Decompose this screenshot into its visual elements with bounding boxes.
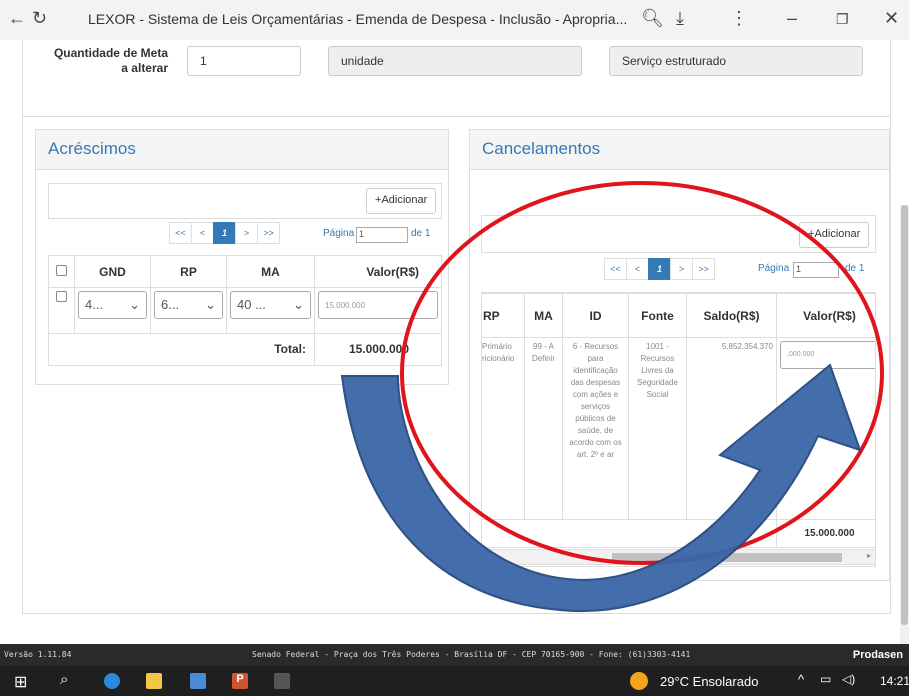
rp-select[interactable]: 6... ⌄: [154, 291, 223, 319]
pager-page-1[interactable]: 1: [213, 222, 236, 244]
cell-rp: Primário ricionário: [482, 337, 525, 520]
chevron-down-icon: ⌄: [293, 297, 304, 312]
tray-chevron-icon[interactable]: ^: [798, 672, 804, 687]
cancelamentos-table-wrap: RP MA ID Fonte Saldo(R$) Valor(R$) Primá…: [481, 292, 876, 567]
meta-unit-field: unidade: [328, 46, 582, 76]
status-footer: Versão 1.11.84 Senado Federal - Praça do…: [0, 644, 909, 666]
reload-icon[interactable]: ↻: [32, 8, 47, 29]
select-all-checkbox[interactable]: [56, 264, 67, 276]
cell-saldo: 5.852.354.370: [686, 337, 777, 520]
page-label: Página: [758, 263, 790, 274]
page-of: de 1: [411, 228, 431, 239]
volume-icon[interactable]: ◁): [842, 672, 855, 686]
col-gnd: GND: [74, 255, 151, 288]
powerpoint-icon[interactable]: P: [232, 673, 248, 689]
back-arrow-icon[interactable]: ←: [8, 8, 26, 29]
col-rp: RP: [150, 255, 227, 288]
pager-next[interactable]: >: [670, 258, 693, 280]
acrescimos-title: Acréscimos: [36, 130, 448, 170]
acrescimos-table: GND RP MA Valor(R$) 4... ⌄ 6... ⌄ 40 ... ⌄ …: [48, 255, 442, 366]
col-fonte: Fonte: [628, 293, 687, 338]
select-all-header: [48, 255, 75, 288]
search-icon[interactable]: ⌕: [60, 671, 68, 688]
valor-input[interactable]: ,000.000: [780, 341, 875, 369]
chevron-down-icon: ⌄: [129, 297, 140, 312]
total-label: Total:: [48, 333, 315, 366]
acrescimos-pager: << < 1 > >>: [169, 222, 280, 244]
scrollbar-thumb[interactable]: [612, 553, 842, 562]
vertical-scrollbar[interactable]: [900, 205, 909, 644]
meta-product-field: Serviço estruturado: [609, 46, 863, 76]
windows-start-icon[interactable]: ⊞: [14, 672, 27, 692]
browser-toolbar: ← ↻ LEXOR - Sistema de Leis Orçamentária…: [0, 0, 909, 40]
cancelamentos-pager: << < 1 > >>: [604, 258, 715, 280]
pager-next[interactable]: >: [235, 222, 258, 244]
col-valor: Valor(R$): [314, 255, 442, 288]
col-rp: RP: [482, 293, 525, 338]
table-row: Primário ricionário 99 - A Definir 6 - R…: [482, 337, 875, 520]
cancelamentos-table: RP MA ID Fonte Saldo(R$) Valor(R$) Primá…: [482, 293, 875, 548]
close-icon[interactable]: ✕: [884, 8, 899, 29]
prodasen-logo: Prodasen: [852, 649, 903, 661]
more-menu-icon[interactable]: ⋮: [730, 8, 748, 29]
acrescimos-add-button[interactable]: +Adicionar: [366, 188, 436, 214]
download-icon[interactable]: ⤓: [676, 8, 684, 29]
meta-quantity-input[interactable]: 1: [187, 46, 301, 76]
horizontal-scrollbar[interactable]: ▸: [481, 549, 876, 565]
app-icon[interactable]: [274, 673, 290, 689]
col-id: ID: [562, 293, 629, 338]
cell-ma: 99 - A Definir: [524, 337, 563, 520]
pager-first[interactable]: <<: [604, 258, 627, 280]
cell-id: 6 - Recursos para identificação das desp…: [562, 337, 629, 520]
window-title: LEXOR - Sistema de Leis Orçamentárias - …: [88, 11, 628, 27]
col-ma: MA: [524, 293, 563, 338]
pager-prev[interactable]: <: [626, 258, 649, 280]
clock-time[interactable]: 14:21: [880, 674, 909, 688]
weather-icon[interactable]: [630, 672, 648, 690]
minimize-icon[interactable]: –: [787, 8, 797, 29]
meta-label: Quantidade de Meta a alterar: [53, 46, 168, 75]
table-row: 4... ⌄ 6... ⌄ 40 ... ⌄ 15.000.000: [48, 287, 442, 334]
pager-first[interactable]: <<: [169, 222, 192, 244]
windows-taskbar: ⊞ ⌕ P 29°C Ensolarado ^ ▭ ◁) 14:21: [0, 666, 909, 696]
pager-prev[interactable]: <: [191, 222, 214, 244]
pager-page-1[interactable]: 1: [648, 258, 671, 280]
cancelamentos-add-button[interactable]: +Adicionar: [799, 222, 869, 248]
address-text: Senado Federal - Praça dos Três Poderes …: [252, 650, 691, 659]
pager-last[interactable]: >>: [257, 222, 280, 244]
total-value: 15.000.000: [314, 333, 442, 366]
valor-input[interactable]: 15.000.000: [318, 291, 438, 319]
page-label: Página: [323, 228, 355, 239]
pager-last[interactable]: >>: [692, 258, 715, 280]
total-value: 15.000.000: [776, 519, 875, 548]
scrollbar-thumb[interactable]: [901, 205, 908, 625]
version-text: Versão 1.11.84: [4, 650, 72, 659]
col-saldo: Saldo(R$): [686, 293, 777, 338]
ma-select[interactable]: 40 ... ⌄: [230, 291, 311, 319]
file-explorer-icon[interactable]: [146, 673, 162, 689]
page-input[interactable]: 1: [793, 262, 839, 278]
chevron-down-icon: ⌄: [205, 297, 216, 312]
col-ma: MA: [226, 255, 315, 288]
page-input[interactable]: 1: [356, 227, 408, 243]
zoom-icon[interactable]: 🔍︎: [641, 8, 664, 29]
col-valor: Valor(R$): [776, 293, 875, 338]
weather-text[interactable]: 29°C Ensolarado: [660, 674, 758, 689]
restore-icon[interactable]: ❐: [836, 11, 849, 28]
gnd-select[interactable]: 4... ⌄: [78, 291, 147, 319]
cell-fonte: 1001 - Recursos Livres da Seguridade Soc…: [628, 337, 687, 520]
scroll-right-icon[interactable]: ▸: [867, 551, 871, 560]
cancelamentos-title: Cancelamentos: [470, 130, 889, 170]
store-icon[interactable]: [190, 673, 206, 689]
network-icon[interactable]: ▭: [820, 672, 831, 686]
edge-browser-icon[interactable]: [104, 673, 120, 689]
row-checkbox[interactable]: [56, 291, 67, 302]
page-of: de 1: [845, 263, 865, 274]
